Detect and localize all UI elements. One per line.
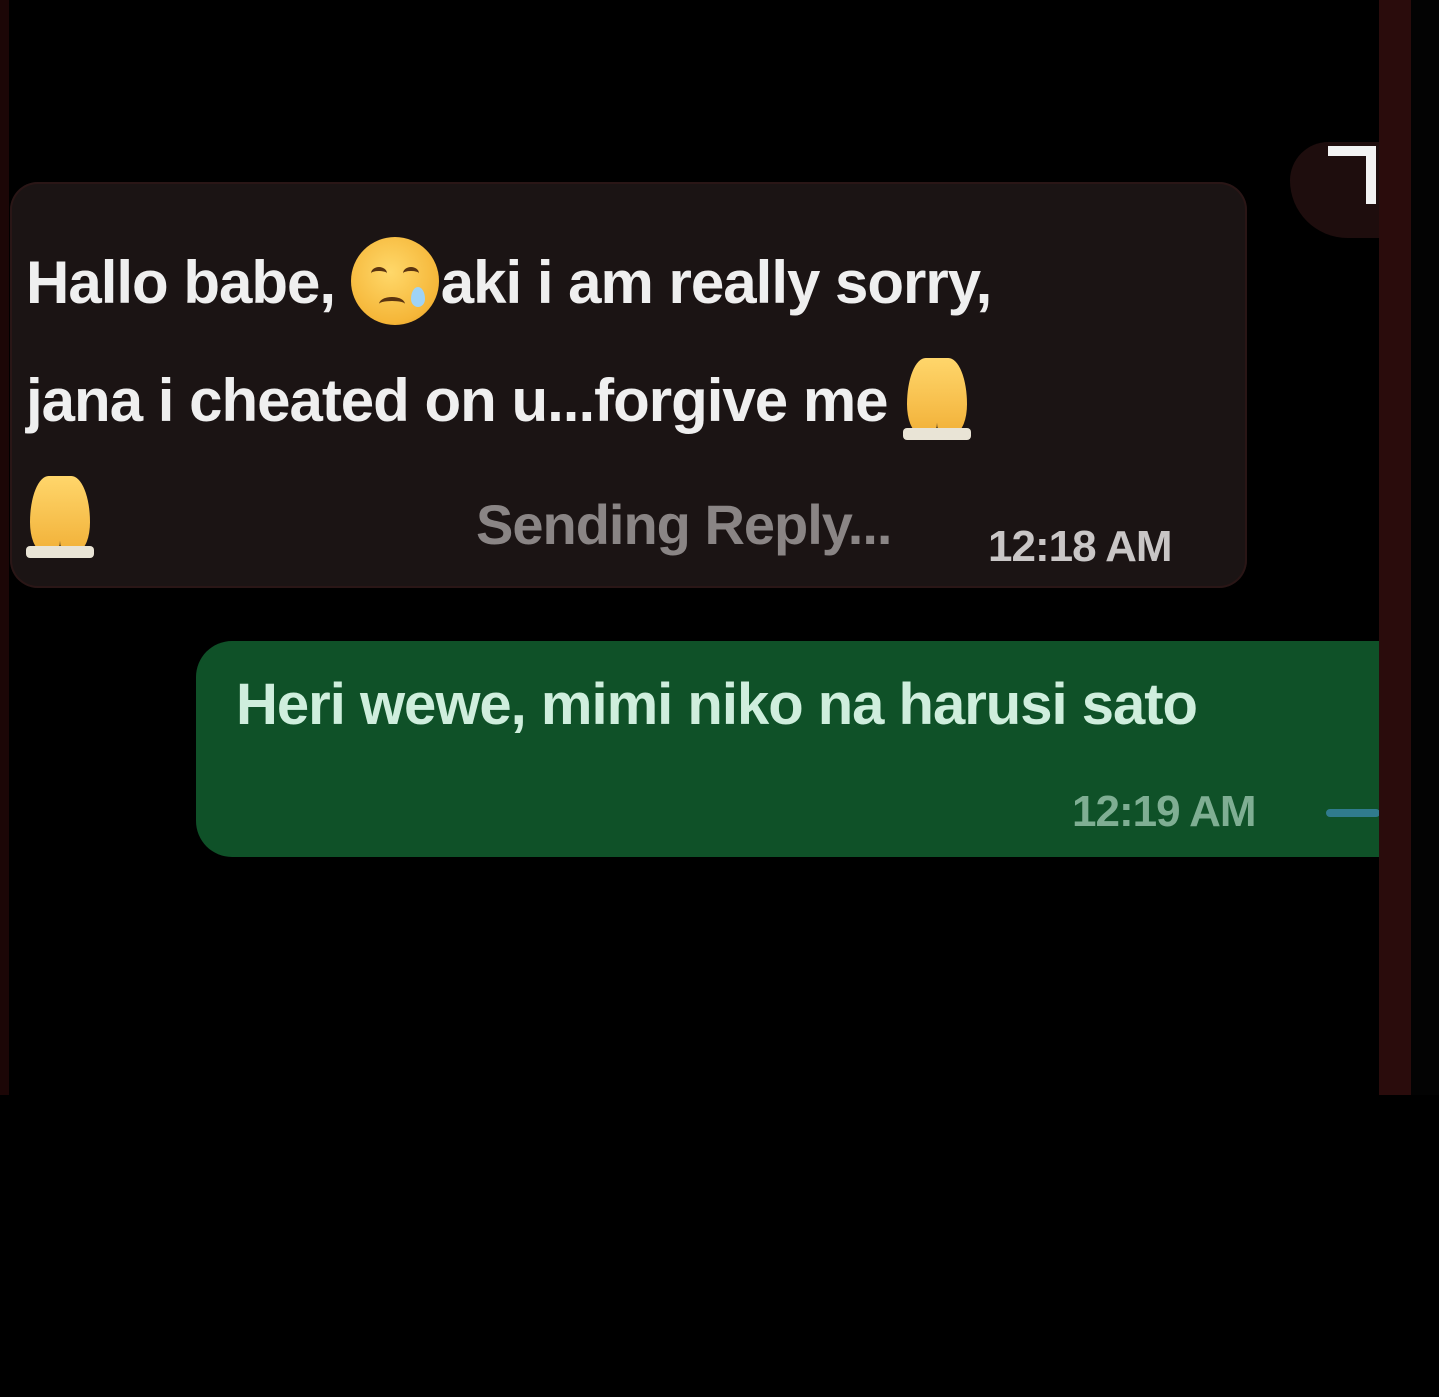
chat-screen: Hallo babe, aki i am really sorry, jana … xyxy=(0,0,1439,1095)
right-edge-strip xyxy=(1411,0,1439,1095)
incoming-timestamp: 12:18 AM xyxy=(988,522,1173,571)
bracket-bar-vertical xyxy=(1366,146,1376,204)
hand-right xyxy=(60,476,90,551)
left-edge xyxy=(0,0,9,1095)
incoming-line1-end: aki i am really sorry, xyxy=(440,249,993,316)
sending-status: Sending Reply... xyxy=(476,493,892,556)
read-receipt-icon xyxy=(1326,809,1379,817)
hand-left xyxy=(30,476,60,551)
outgoing-timestamp: 12:19 AM xyxy=(1072,787,1257,836)
sad-tear-face-icon xyxy=(350,237,439,326)
face-tear xyxy=(410,287,425,308)
face-eye-right xyxy=(402,267,419,280)
hand-right xyxy=(937,358,968,433)
outgoing-message-text: Heri wewe, mimi niko na harusi sato xyxy=(236,672,1198,737)
incoming-line2: jana i cheated on u...forgive me xyxy=(26,367,904,434)
incoming-message-bubble[interactable]: Hallo babe, aki i am really sorry, jana … xyxy=(10,182,1247,588)
face-eye-left xyxy=(370,267,387,280)
hand-left xyxy=(907,358,938,433)
corner-bracket-icon[interactable] xyxy=(1328,146,1376,204)
incoming-line1-start: Hallo babe, xyxy=(26,249,351,316)
face-mouth xyxy=(378,297,405,311)
praying-hands-icon xyxy=(903,358,972,441)
hand-cuff xyxy=(26,546,94,559)
outgoing-message-bubble[interactable]: Heri wewe, mimi niko na harusi sato 12:1… xyxy=(196,641,1379,857)
right-edge xyxy=(1379,0,1411,1095)
praying-hands-icon xyxy=(26,476,94,559)
hand-cuff xyxy=(903,428,972,441)
